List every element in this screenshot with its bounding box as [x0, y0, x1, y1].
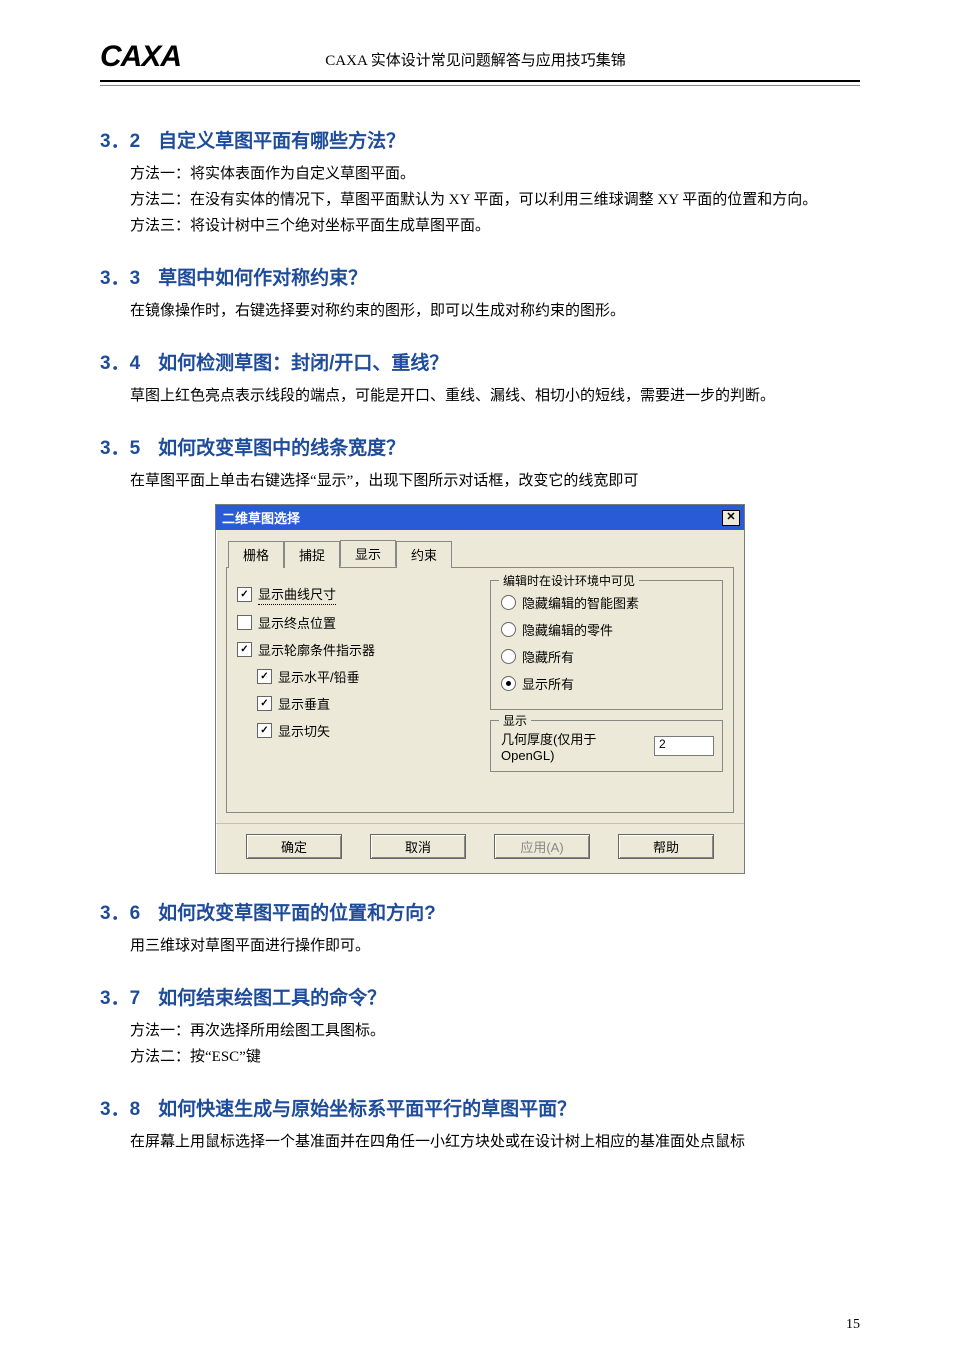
- section-heading-3-8: 3．8 如何快速生成与原始坐标系平面平行的草图平面？: [100, 1094, 860, 1121]
- section-title: 如何快速生成与原始坐标系平面平行的草图平面？: [158, 1099, 576, 1120]
- close-icon[interactable]: ✕: [722, 510, 740, 526]
- radio-hide-all[interactable]: [501, 649, 516, 664]
- thickness-label: 几何厚度(仅用于OpenGL): [501, 729, 621, 763]
- checkbox-show-tangent[interactable]: [257, 723, 272, 738]
- dialog-body: 显示曲线尺寸 显示终点位置 显示轮廓条件指示器 显示水平/铅垂 显示垂直 显示切…: [226, 567, 734, 813]
- section-title: 草图中如何作对称约束？: [158, 268, 367, 289]
- checkbox-label: 显示水平/铅垂: [278, 667, 360, 686]
- radio-hide-edit-part[interactable]: [501, 622, 516, 637]
- section-num: 3．2: [100, 131, 140, 152]
- tab-snap[interactable]: 捕捉: [284, 541, 340, 568]
- tab-constraint[interactable]: 约束: [396, 541, 452, 568]
- section-num: 3．8: [100, 1099, 140, 1120]
- checkbox-show-perpendicular[interactable]: [257, 696, 272, 711]
- sketch-select-dialog: 二维草图选择 ✕ 栅格 捕捉 显示 约束 显示曲线尺寸 显示终点位置 显示轮廓条…: [215, 504, 745, 874]
- help-button[interactable]: 帮助: [618, 834, 714, 859]
- dialog-title: 二维草图选择: [222, 508, 300, 527]
- section-num: 3．6: [100, 903, 140, 924]
- apply-button[interactable]: 应用(A): [494, 834, 590, 859]
- section-heading-3-4: 3．4 如何检测草图：封闭/开口、重线？: [100, 348, 860, 375]
- checkbox-label: 显示垂直: [278, 694, 330, 713]
- radio-hide-smart-feature[interactable]: [501, 595, 516, 610]
- group-title: 编辑时在设计环境中可见: [499, 572, 639, 589]
- paragraph: 草图上红色亮点表示线段的端点，可能是开口、重线、漏线、相切小的短线，需要进一步的…: [100, 383, 860, 409]
- section-heading-3-3: 3．3 草图中如何作对称约束？: [100, 263, 860, 290]
- tab-display[interactable]: 显示: [340, 540, 396, 567]
- paragraph: 在草图平面上单击右键选择“显示”，出现下图所示对话框，改变它的线宽即可: [100, 468, 860, 494]
- section-heading-3-2: 3．2 自定义草图平面有哪些方法？: [100, 126, 860, 153]
- checkbox-show-curve-size[interactable]: [237, 587, 252, 602]
- dialog-tabs: 栅格 捕捉 显示 约束: [216, 530, 744, 567]
- checkbox-show-horizontal-vertical[interactable]: [257, 669, 272, 684]
- radio-show-all[interactable]: [501, 676, 516, 691]
- paragraph: 在镜像操作时，右键选择要对称约束的图形，即可以生成对称约束的图形。: [100, 298, 860, 324]
- checkbox-show-endpoint[interactable]: [237, 615, 252, 630]
- tab-grid[interactable]: 栅格: [228, 541, 284, 568]
- thickness-input[interactable]: 2: [654, 736, 714, 756]
- paragraph: 方法二：在没有实体的情况下，草图平面默认为 XY 平面，可以利用三维球调整 XY…: [100, 187, 860, 213]
- section-num: 3．4: [100, 353, 140, 374]
- radio-label: 隐藏所有: [522, 647, 574, 666]
- section-title: 如何检测草图：封闭/开口、重线？: [158, 353, 448, 374]
- checkbox-show-outline-indicator[interactable]: [237, 642, 252, 657]
- section-heading-3-5: 3．5 如何改变草图中的线条宽度？: [100, 433, 860, 460]
- paragraph: 方法一：再次选择所用绘图工具图标。: [100, 1018, 860, 1044]
- page-header-title: CAXA 实体设计常见问题解答与应用技巧集锦: [181, 49, 770, 74]
- paragraph: 方法一：将实体表面作为自定义草图平面。: [100, 161, 860, 187]
- cancel-button[interactable]: 取消: [370, 834, 466, 859]
- header-divider: [100, 80, 860, 86]
- checkbox-label: 显示切矢: [278, 721, 330, 740]
- page-number: 15: [846, 1317, 860, 1333]
- group-display: 显示 几何厚度(仅用于OpenGL) 2: [490, 720, 723, 772]
- dialog-right-column: 编辑时在设计环境中可见 隐藏编辑的智能图素 隐藏编辑的零件 隐藏所有 显示所有 …: [490, 580, 723, 782]
- section-heading-3-6: 3．6 如何改变草图平面的位置和方向?: [100, 898, 860, 925]
- section-num: 3．7: [100, 988, 140, 1009]
- checkbox-label: 显示终点位置: [258, 613, 336, 632]
- section-num: 3．5: [100, 438, 140, 459]
- paragraph: 方法三：将设计树中三个绝对坐标平面生成草图平面。: [100, 213, 860, 239]
- section-title: 自定义草图平面有哪些方法？: [158, 131, 405, 152]
- section-title: 如何结束绘图工具的命令？: [158, 988, 386, 1009]
- paragraph: 在屏幕上用鼠标选择一个基准面并在四角任一小红方块处或在设计树上相应的基准面处点鼠…: [100, 1129, 860, 1155]
- radio-label: 显示所有: [522, 674, 574, 693]
- dialog-button-row: 确定 取消 应用(A) 帮助: [216, 823, 744, 873]
- section-title: 如何改变草图平面的位置和方向?: [158, 903, 436, 924]
- dialog-titlebar: 二维草图选择 ✕: [216, 505, 744, 530]
- checkbox-label: 显示曲线尺寸: [258, 584, 336, 605]
- section-num: 3．3: [100, 268, 140, 289]
- group-edit-visibility: 编辑时在设计环境中可见 隐藏编辑的智能图素 隐藏编辑的零件 隐藏所有 显示所有: [490, 580, 723, 710]
- radio-label: 隐藏编辑的零件: [522, 620, 613, 639]
- ok-button[interactable]: 确定: [246, 834, 342, 859]
- dialog-left-column: 显示曲线尺寸 显示终点位置 显示轮廓条件指示器 显示水平/铅垂 显示垂直 显示切…: [237, 580, 470, 782]
- checkbox-label: 显示轮廓条件指示器: [258, 640, 375, 659]
- section-heading-3-7: 3．7 如何结束绘图工具的命令？: [100, 983, 860, 1010]
- paragraph: 用三维球对草图平面进行操作即可。: [100, 933, 860, 959]
- group-title: 显示: [499, 712, 531, 729]
- section-title: 如何改变草图中的线条宽度？: [158, 438, 405, 459]
- radio-label: 隐藏编辑的智能图素: [522, 593, 639, 612]
- brand-logo: CAXA: [100, 40, 181, 74]
- paragraph: 方法二：按“ESC”键: [100, 1044, 860, 1070]
